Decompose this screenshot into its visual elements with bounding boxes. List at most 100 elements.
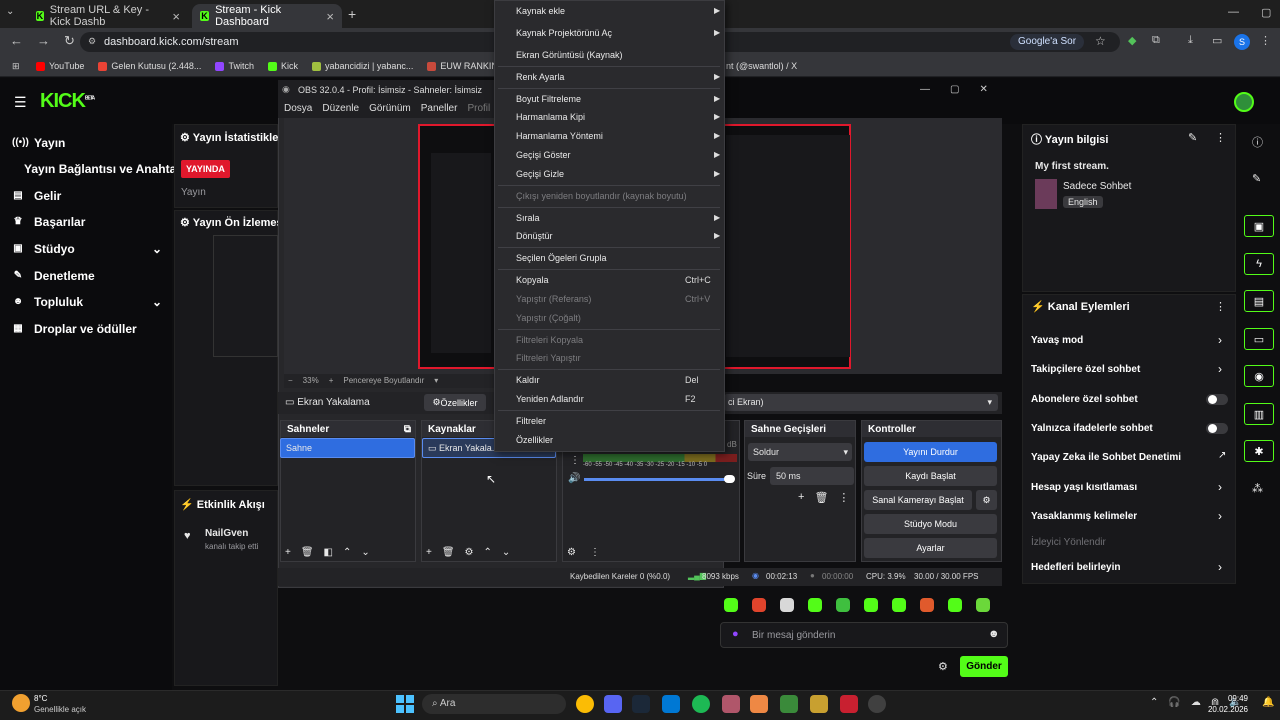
google-ask-button[interactable]: Google'a Sor xyxy=(1010,34,1085,50)
sidebar-item-studyo[interactable]: ▣ Stüdyo ⌄ xyxy=(12,242,162,256)
menu-item-rename[interactable]: Yeniden Adlandır xyxy=(516,394,584,404)
chevron-down-icon[interactable]: ▾ xyxy=(434,376,438,386)
weather-icon[interactable] xyxy=(12,694,30,712)
menu-item-set-color[interactable]: Renk Ayarla xyxy=(516,72,564,82)
maximize-icon[interactable]: ▢ xyxy=(950,84,959,95)
category-thumbnail[interactable] xyxy=(1035,179,1057,209)
display-select[interactable]: ci Ekran) ▾ xyxy=(724,394,998,411)
obs-menu-view[interactable]: Görünüm xyxy=(369,103,411,118)
menu-item-filters[interactable]: Filtreler xyxy=(516,416,546,426)
stop-streaming-button[interactable]: Yayını Durdur xyxy=(864,442,997,462)
headset-icon[interactable]: 🎧 xyxy=(1168,697,1180,708)
send-button[interactable]: Gönder xyxy=(960,656,1008,677)
nodes-rail-icon[interactable]: ⁂ xyxy=(1252,482,1263,495)
menu-item-blending-method[interactable]: Harmanlama Yöntemi xyxy=(516,131,603,141)
undock-icon[interactable]: ⧉ xyxy=(404,424,411,435)
close-icon[interactable]: × xyxy=(172,9,180,24)
start-virtual-camera-button[interactable]: Sanal Kamerayı Başlat xyxy=(864,490,972,510)
preview-video-thumbnail[interactable] xyxy=(213,235,278,357)
action-slow-mode[interactable]: Yavaş mod xyxy=(1031,335,1231,346)
notifications-icon[interactable]: 🔔 xyxy=(1262,697,1274,708)
chevron-up-icon[interactable]: ⌃ xyxy=(1150,697,1158,708)
chat-rail-icon[interactable]: ▭ xyxy=(1244,328,1274,350)
menu-kebab-icon[interactable]: ⋮ xyxy=(1260,34,1271,47)
extensions-icon[interactable]: ⧉ xyxy=(1152,34,1160,47)
tab-search-icon[interactable]: ⌄ xyxy=(6,6,22,22)
kebab-icon[interactable]: ⋮ xyxy=(838,491,849,504)
minimize-icon[interactable]: — xyxy=(1228,6,1239,19)
settings-button[interactable]: Ayarlar xyxy=(864,538,997,558)
close-icon[interactable]: × xyxy=(326,9,334,24)
add-icon[interactable]: + xyxy=(426,547,432,558)
gear-icon[interactable]: ⚙ xyxy=(567,547,576,558)
emote-icon[interactable] xyxy=(808,598,822,612)
scene-item[interactable]: Sahne xyxy=(280,438,415,458)
emote-icon[interactable] xyxy=(892,598,906,612)
down-icon[interactable]: ⌄ xyxy=(502,547,510,558)
apps-grid-icon[interactable]: ⊞ xyxy=(12,61,20,72)
external-link-icon[interactable]: ↗ xyxy=(1218,450,1226,461)
emotes-only-toggle[interactable] xyxy=(1206,423,1228,434)
fit-to-window[interactable]: Pencereye Boyutlandır xyxy=(343,376,424,386)
sidebar-item-droplar[interactable]: ▦ Droplar ve ödüller xyxy=(12,322,136,336)
menu-item-scale-filtering[interactable]: Boyut Filtreleme xyxy=(516,94,581,104)
volume-slider-handle[interactable] xyxy=(724,475,735,483)
menu-item-hide-transition[interactable]: Geçişi Gizle xyxy=(516,169,564,179)
filter-icon[interactable]: ◧ xyxy=(324,547,333,558)
obs-menu-edit[interactable]: Düzenle xyxy=(322,103,359,118)
menu-item-copy[interactable]: Kopyala xyxy=(516,275,549,285)
gear-icon[interactable]: ⚙ xyxy=(465,547,474,558)
chevron-right-icon[interactable]: › xyxy=(1218,333,1222,347)
explorer-icon[interactable] xyxy=(662,695,680,713)
edit-icon[interactable]: ✎ xyxy=(1188,131,1197,144)
maximize-icon[interactable]: ▢ xyxy=(1261,6,1271,19)
trash-icon[interactable]: 🗑 xyxy=(814,491,828,504)
emote-icon[interactable] xyxy=(780,598,794,612)
sidebar-item-denetleme[interactable]: ✎ Denetleme xyxy=(12,269,95,283)
bookmark-kick[interactable]: Kick xyxy=(267,61,298,71)
add-icon[interactable]: + xyxy=(285,547,291,558)
steam-icon[interactable] xyxy=(632,695,650,713)
microphone-icon[interactable]: ● xyxy=(732,628,739,640)
menu-item-screenshot-source[interactable]: Ekran Görüntüsü (Kaynak) xyxy=(516,50,623,60)
bookmark-gmail[interactable]: Gelen Kutusu (2.448... xyxy=(98,61,201,71)
chevron-right-icon[interactable]: › xyxy=(1218,362,1222,376)
down-icon[interactable]: ⌄ xyxy=(361,547,369,558)
chevron-right-icon[interactable]: › xyxy=(1218,480,1222,494)
zoom-in-icon[interactable]: + xyxy=(329,376,334,386)
back-icon[interactable]: ← xyxy=(10,33,23,49)
app-icon[interactable] xyxy=(810,695,828,713)
volume-icon[interactable]: 🔊 xyxy=(568,473,580,484)
windows-start-icon[interactable] xyxy=(396,695,414,713)
reload-icon[interactable]: ↻ xyxy=(64,33,75,49)
pen-rail-icon[interactable]: ✎ xyxy=(1252,172,1261,185)
action-subs-only[interactable]: Abonelere özel sohbet xyxy=(1031,394,1231,405)
emote-icon[interactable] xyxy=(836,598,850,612)
trash-icon[interactable]: 🗑 xyxy=(301,547,314,558)
bookmark-youtube[interactable]: YouTube xyxy=(36,61,84,71)
menu-item-blending-mode[interactable]: Harmanlama Kipi xyxy=(516,112,585,122)
menu-item-transform[interactable]: Dönüştür xyxy=(516,231,553,241)
properties-button[interactable]: ⚙ Özellikler xyxy=(424,394,486,411)
chrome-icon[interactable] xyxy=(576,695,594,713)
extension-shield-icon[interactable]: ◆ xyxy=(1128,34,1136,47)
more-icon[interactable]: ⋮ xyxy=(1215,300,1226,313)
spotify-icon[interactable] xyxy=(692,695,710,713)
clock-date[interactable]: 20.02.2026 xyxy=(1200,705,1248,714)
volume-slider[interactable] xyxy=(584,478,734,481)
app-icon[interactable] xyxy=(722,695,740,713)
sidepanel-icon[interactable]: ▭ xyxy=(1212,34,1222,47)
action-ai-moderation[interactable]: Yapay Zeka ile Sohbet Denetimi xyxy=(1031,452,1231,463)
app-icon[interactable] xyxy=(750,695,768,713)
chat-settings-icon[interactable]: ⚙ xyxy=(938,660,948,673)
emoji-icon[interactable]: ☻ xyxy=(988,628,1000,640)
duration-stepper[interactable]: 50 ms xyxy=(770,467,854,485)
chevron-right-icon[interactable]: › xyxy=(1218,560,1222,574)
start-recording-button[interactable]: Kaydı Başlat xyxy=(864,466,997,486)
emote-icon[interactable] xyxy=(752,598,766,612)
browser-tab-stream[interactable]: K Stream - Kick Dashboard × xyxy=(192,4,342,28)
info-rail-icon[interactable]: ⓘ xyxy=(1252,134,1263,150)
kebab-icon[interactable]: ⋮ xyxy=(590,547,600,558)
emote-icon[interactable] xyxy=(948,598,962,612)
menu-item-show-transition[interactable]: Geçişi Göster xyxy=(516,150,571,160)
